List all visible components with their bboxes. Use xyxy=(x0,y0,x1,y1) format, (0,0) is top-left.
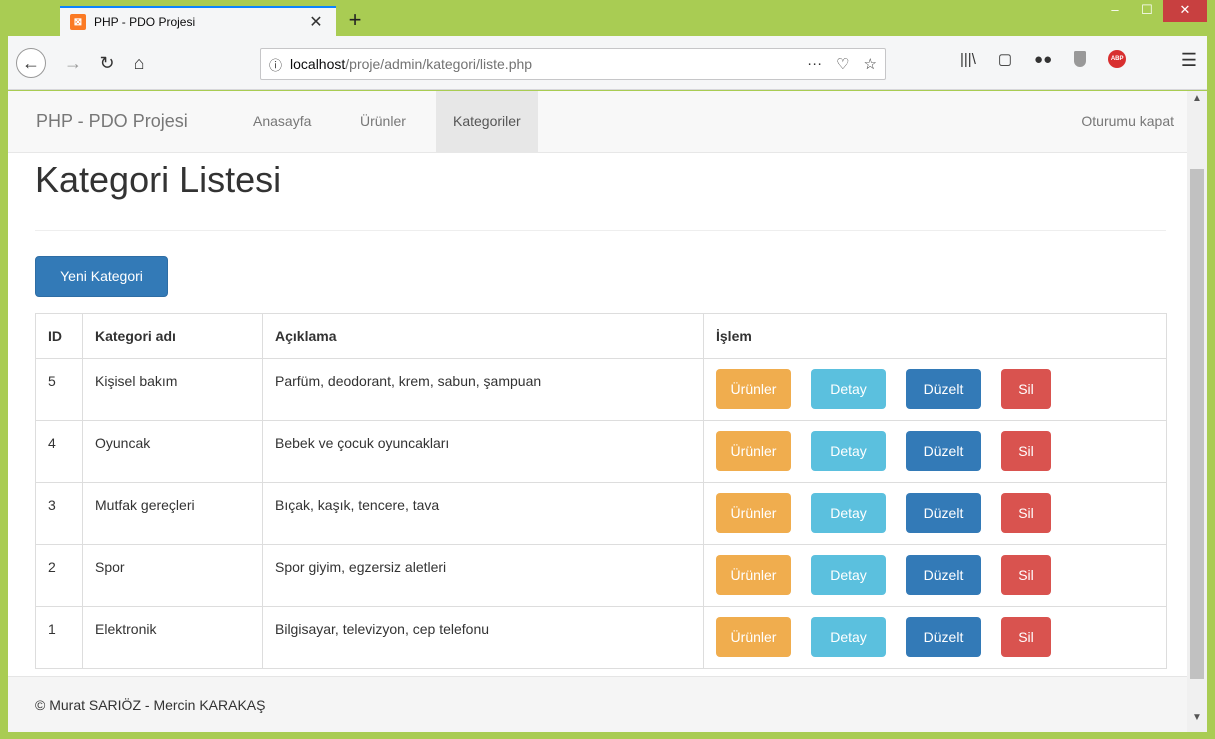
adblock-plus-icon[interactable]: ABP xyxy=(1108,50,1127,68)
detail-button[interactable]: Detay xyxy=(811,493,886,533)
home-button[interactable]: ⌂ xyxy=(124,48,154,78)
delete-button[interactable]: Sil xyxy=(1001,493,1051,533)
cell-name: Kişisel bakım xyxy=(82,358,263,421)
toolbar-icons: |||\ ▢ ●● ABP xyxy=(960,50,1127,68)
products-button[interactable]: Ürünler xyxy=(716,431,791,471)
cell-description: Bıçak, kaşık, tencere, tava xyxy=(262,482,704,545)
cell-name: Spor xyxy=(82,544,263,607)
title-divider xyxy=(35,230,1166,231)
cell-id: 2 xyxy=(35,544,83,607)
delete-button[interactable]: Sil xyxy=(1001,555,1051,595)
xampp-favicon-icon: ⊠ xyxy=(70,14,86,30)
scroll-thumb[interactable] xyxy=(1190,169,1204,679)
table-row: 3 Mutfak gereçleri Bıçak, kaşık, tencere, … xyxy=(35,482,1167,545)
reload-button[interactable]: ↻ xyxy=(92,48,122,78)
cell-description: Parfüm, deodorant, krem, sabun, şampuan xyxy=(262,358,704,421)
nav-item-kategoriler[interactable]: Kategoriler xyxy=(436,91,538,152)
cell-actions: Ürünler Detay Düzelt Sil xyxy=(703,420,1167,483)
page-viewport: PHP - PDO Projesi Anasayfa Ürünler Kateg… xyxy=(8,91,1187,732)
cell-id: 4 xyxy=(35,420,83,483)
detail-button[interactable]: Detay xyxy=(811,555,886,595)
new-category-button[interactable]: Yeni Kategori xyxy=(35,256,168,297)
table-row: 4 Oyuncak Bebek ve çocuk oyuncakları Ürünle… xyxy=(35,420,1167,483)
delete-button[interactable]: Sil xyxy=(1001,617,1051,657)
cell-description: Bebek ve çocuk oyuncakları xyxy=(262,420,704,483)
table-row: 5 Kişisel bakım Parfüm, deodorant, krem, s… xyxy=(35,358,1167,421)
logout-link[interactable]: Oturumu kapat xyxy=(1081,91,1174,152)
sidebar-icon[interactable]: ▢ xyxy=(998,50,1012,68)
table-row: 1 Elektronik Bilgisayar, televizyon, cep t… xyxy=(35,606,1167,669)
tab-close-icon[interactable]: ✕ xyxy=(306,12,326,32)
url-bar[interactable]: ⓘ localhost /proje/admin/kategori/liste.… xyxy=(260,48,886,80)
delete-button[interactable]: Sil xyxy=(1001,369,1051,409)
shield-icon[interactable] xyxy=(1074,51,1087,67)
url-actions: ··· ♡ ☆ xyxy=(807,55,877,73)
scroll-up-icon[interactable]: ▲ xyxy=(1187,93,1207,111)
cell-name: Elektronik xyxy=(82,606,263,669)
products-button[interactable]: Ürünler xyxy=(716,617,791,657)
forward-button[interactable]: → xyxy=(58,48,88,78)
header-name: Kategori adı xyxy=(82,313,263,359)
footer-text: © Murat SARIÖZ - Mercin KARAKAŞ xyxy=(35,697,266,713)
page-actions-icon[interactable]: ··· xyxy=(807,55,822,73)
edit-button[interactable]: Düzelt xyxy=(906,617,981,657)
new-tab-button[interactable]: + xyxy=(342,8,368,34)
extension-icon[interactable]: ●● xyxy=(1034,51,1052,68)
cell-name: Mutfak gereçleri xyxy=(82,482,263,545)
cell-actions: Ürünler Detay Düzelt Sil xyxy=(703,544,1167,607)
page-title: Kategori Listesi xyxy=(35,159,282,200)
cell-id: 1 xyxy=(35,606,83,669)
minimize-button[interactable]: – xyxy=(1099,0,1131,22)
nav-item-anasayfa[interactable]: Anasayfa xyxy=(236,91,328,152)
url-path: /proje/admin/kategori/liste.php xyxy=(345,56,533,72)
detail-button[interactable]: Detay xyxy=(811,431,886,471)
cell-name: Oyuncak xyxy=(82,420,263,483)
table-body: 5 Kişisel bakım Parfüm, deodorant, krem, s… xyxy=(35,358,1167,669)
library-icon[interactable]: |||\ xyxy=(960,51,976,68)
products-button[interactable]: Ürünler xyxy=(716,555,791,595)
header-id: ID xyxy=(35,313,83,359)
edit-button[interactable]: Düzelt xyxy=(906,431,981,471)
cell-description: Spor giyim, egzersiz aletleri xyxy=(262,544,704,607)
bookmark-star-icon[interactable]: ☆ xyxy=(864,55,877,73)
menu-icon[interactable]: ☰ xyxy=(1181,50,1197,71)
products-button[interactable]: Ürünler xyxy=(716,369,791,409)
scroll-down-icon[interactable]: ▼ xyxy=(1187,712,1207,730)
pocket-icon[interactable]: ♡ xyxy=(836,55,849,73)
close-window-button[interactable]: ✕ xyxy=(1163,0,1207,22)
table-header-row: ID Kategori adı Açıklama İşlem xyxy=(35,313,1167,359)
edit-button[interactable]: Düzelt xyxy=(906,369,981,409)
tab-title: PHP - PDO Projesi xyxy=(94,15,196,29)
nav-item-urunler[interactable]: Ürünler xyxy=(343,91,423,152)
site-navbar: PHP - PDO Projesi Anasayfa Ürünler Kateg… xyxy=(8,91,1187,153)
browser-tab[interactable]: ⊠ PHP - PDO Projesi ✕ xyxy=(60,6,336,36)
navbar-brand[interactable]: PHP - PDO Projesi xyxy=(36,111,188,132)
nav-toolbar: ← → ↻ ⌂ ⓘ localhost /proje/admin/kategor… xyxy=(8,36,1207,90)
header-actions: İşlem xyxy=(703,313,1167,359)
cell-id: 5 xyxy=(35,358,83,421)
vertical-scrollbar[interactable]: ▲ ▼ xyxy=(1187,91,1207,732)
category-table: ID Kategori adı Açıklama İşlem 5 Kişisel … xyxy=(35,313,1167,669)
browser-window: ⊠ PHP - PDO Projesi ✕ + – ☐ ✕ ← → ↻ ⌂ ⓘ … xyxy=(0,0,1215,739)
products-button[interactable]: Ürünler xyxy=(716,493,791,533)
url-host: localhost xyxy=(290,56,346,72)
cell-actions: Ürünler Detay Düzelt Sil xyxy=(703,482,1167,545)
cell-actions: Ürünler Detay Düzelt Sil xyxy=(703,358,1167,421)
table-row: 2 Spor Spor giyim, egzersiz aletleri Ürünle… xyxy=(35,544,1167,607)
edit-button[interactable]: Düzelt xyxy=(906,555,981,595)
info-icon[interactable]: ⓘ xyxy=(269,55,282,74)
cell-id: 3 xyxy=(35,482,83,545)
delete-button[interactable]: Sil xyxy=(1001,431,1051,471)
tab-strip: ⊠ PHP - PDO Projesi ✕ + – ☐ ✕ xyxy=(8,0,1207,36)
header-description: Açıklama xyxy=(262,313,704,359)
edit-button[interactable]: Düzelt xyxy=(906,493,981,533)
maximize-button[interactable]: ☐ xyxy=(1131,0,1163,22)
page-footer: © Murat SARIÖZ - Mercin KARAKAŞ xyxy=(8,676,1187,732)
cell-description: Bilgisayar, televizyon, cep telefonu xyxy=(262,606,704,669)
back-button[interactable]: ← xyxy=(16,48,46,78)
cell-actions: Ürünler Detay Düzelt Sil xyxy=(703,606,1167,669)
detail-button[interactable]: Detay xyxy=(811,369,886,409)
detail-button[interactable]: Detay xyxy=(811,617,886,657)
window-controls: – ☐ ✕ xyxy=(1099,0,1207,22)
